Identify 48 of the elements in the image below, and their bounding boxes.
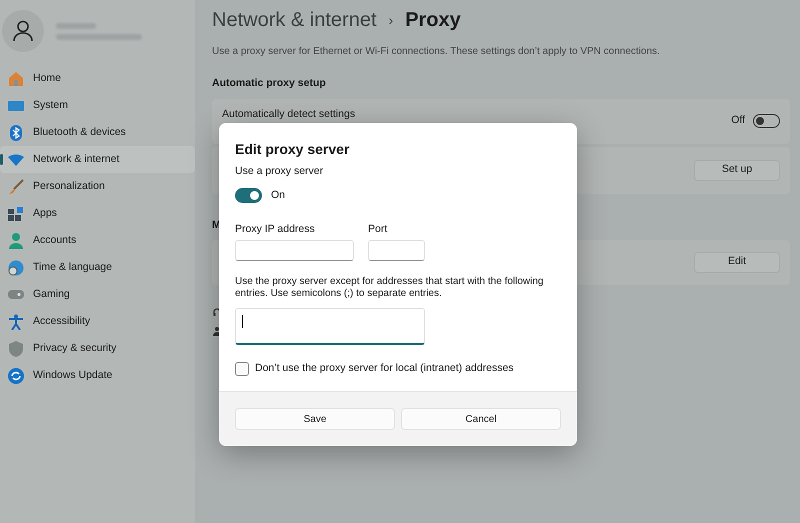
ip-address-field[interactable] xyxy=(235,240,354,262)
sidebar-item[interactable]: Gaming xyxy=(0,281,195,308)
exceptions-description: Use the proxy server except for addresses that start with the following entries. Use semicolons (;) to separate entries. xyxy=(235,276,544,300)
sidebar-item[interactable]: Home xyxy=(0,65,195,92)
gamepad-icon xyxy=(8,289,24,300)
accessibility-figure-icon xyxy=(9,314,23,330)
sidebar-item[interactable]: Time & language xyxy=(0,254,195,281)
sidebar-item[interactable]: Privacy & security xyxy=(0,335,195,362)
house-icon xyxy=(8,71,24,86)
sidebar-item[interactable]: Windows Update xyxy=(0,362,195,389)
port-field[interactable] xyxy=(368,240,425,262)
shield-icon xyxy=(9,340,23,356)
person-icon xyxy=(9,232,23,248)
wifi-icon xyxy=(8,154,24,166)
toggle-state: On xyxy=(271,188,286,203)
sidebar-item[interactable]: Apps xyxy=(0,200,195,227)
sync-arrows-icon xyxy=(8,368,24,384)
globe-clock-icon xyxy=(8,260,24,276)
save-button[interactable]: Save xyxy=(235,408,395,430)
exceptions-field[interactable] xyxy=(235,308,425,346)
sidebar-item[interactable]: Network & internet xyxy=(0,146,195,173)
dialog-title: Edit proxy server xyxy=(235,140,350,158)
field-label: Proxy IP address xyxy=(235,222,316,236)
field-label: Port xyxy=(368,222,388,236)
toggle-state: Off xyxy=(731,113,745,128)
setting-label: Automatically detect settings xyxy=(222,109,356,122)
breadcrumb-separator: › xyxy=(388,10,394,30)
cancel-button[interactable]: Cancel xyxy=(401,408,561,430)
page-title: Proxy xyxy=(405,8,461,33)
brush-icon xyxy=(8,178,24,194)
bluetooth-icon xyxy=(10,124,22,140)
sidebar-item[interactable]: Personalization xyxy=(0,173,195,200)
sidebar-item[interactable]: Accounts xyxy=(0,227,195,254)
breadcrumb-link[interactable]: Network & internet xyxy=(212,5,377,35)
setup-button[interactable]: Set up xyxy=(694,160,780,181)
page-description: Use a proxy server for Ethernet or Wi-Fi connections. These settings don’t apply to VPN connections. xyxy=(212,45,661,59)
checkbox-label: Don’t use the proxy server for local (intranet) addresses xyxy=(255,361,514,376)
toggle-switch[interactable] xyxy=(753,114,780,128)
apps-grid-icon xyxy=(8,206,24,221)
toggle-switch[interactable] xyxy=(235,188,262,204)
sidebar-item[interactable]: Accessibility xyxy=(0,308,195,335)
section-heading: Automatic proxy setup xyxy=(212,76,327,91)
edit-button[interactable]: Edit xyxy=(694,252,780,272)
setting-label: Use a proxy server xyxy=(235,164,324,179)
sidebar-item[interactable]: System xyxy=(0,92,195,119)
checkbox[interactable] xyxy=(235,362,249,376)
monitor-icon xyxy=(8,100,24,112)
sidebar-item[interactable]: Bluetooth & devices xyxy=(0,119,195,146)
